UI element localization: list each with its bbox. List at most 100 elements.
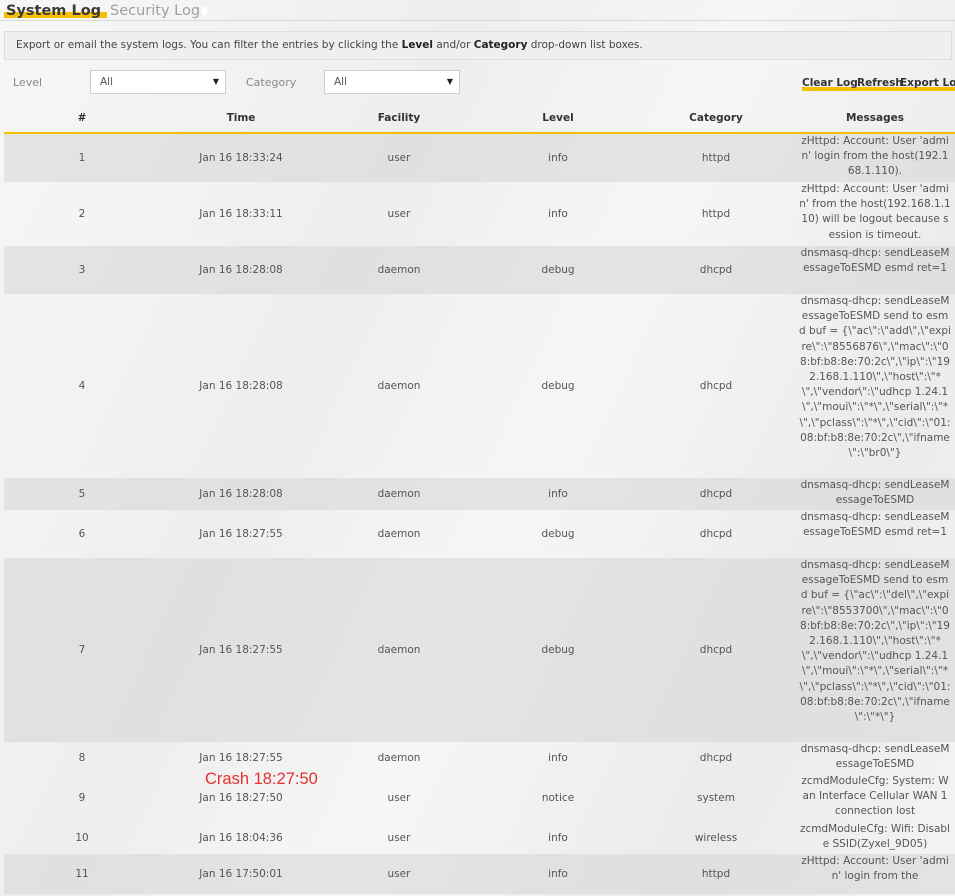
cell-level: info: [548, 868, 568, 880]
table-row: 11 Jan 16 17:50:01 user info httpd zHttpd: Ac…: [4, 854, 955, 894]
cell-message: dnsmasq-dhcp: sendLeaseMessageToESMD sen…: [799, 295, 951, 460]
cell-message: zcmdModuleCfg: System: Wan Interface Cel…: [801, 775, 949, 818]
cell-facility: daemon: [377, 488, 421, 500]
cell-level: debug: [541, 528, 575, 540]
info-text-1: Export or email the system logs. You can…: [16, 39, 402, 51]
table-row: 4 Jan 16 18:28:08 daemon debug dhcpd dnsmasq-…: [4, 294, 955, 478]
tab-system-log-label: System Log: [6, 3, 102, 19]
cell-time: Jan 16 18:27:50: [199, 792, 283, 804]
cell-category: httpd: [701, 208, 731, 220]
cell-category: dhcpd: [699, 644, 733, 656]
level-filter-label: Level: [13, 76, 43, 89]
cell-message: zHttpd: Account: User 'admin' login from…: [801, 855, 949, 883]
chevron-down-icon: ▼: [446, 77, 453, 86]
tab-system-log[interactable]: System Log: [4, 2, 108, 20]
cell-num: 10: [75, 832, 89, 844]
table-header: # Time Facility Level Category Messages: [4, 112, 955, 134]
col-header-category: Category: [689, 112, 743, 124]
table-row: 7 Jan 16 18:27:55 daemon debug dhcpd dnsmasq-…: [4, 558, 955, 742]
cell-category: dhcpd: [699, 488, 733, 500]
cell-facility: daemon: [377, 644, 421, 656]
cell-facility: daemon: [377, 528, 421, 540]
cell-facility: user: [387, 208, 411, 220]
cell-facility: user: [387, 792, 411, 804]
category-select-value: All: [334, 76, 348, 88]
cell-level: debug: [541, 380, 575, 392]
cell-num: 8: [78, 752, 86, 764]
cell-num: 1: [78, 152, 86, 164]
cell-message: dnsmasq-dhcp: sendLeaseMessageToESMD: [800, 479, 950, 507]
category-select[interactable]: All ▼: [324, 70, 460, 94]
cell-num: 4: [78, 380, 86, 392]
level-select-value: All: [100, 76, 114, 88]
cell-facility: user: [387, 868, 411, 880]
table-row: 3 Jan 16 18:28:08 daemon debug dhcpd dnsmasq-…: [4, 246, 955, 294]
cell-time: Jan 16 17:50:01: [199, 868, 283, 880]
cell-time: Jan 16 18:28:08: [199, 380, 283, 392]
table-row: 5 Jan 16 18:28:08 daemon info dhcpd dnsmasq-d…: [4, 478, 955, 510]
cell-facility: daemon: [377, 380, 421, 392]
col-header-time: Time: [226, 112, 256, 124]
cell-message: dnsmasq-dhcp: sendLeaseMessageToESMD: [800, 743, 950, 771]
table-row: 1 Jan 16 18:33:24 user info httpd zHttpd: Acc…: [4, 134, 955, 182]
col-header-facility: Facility: [377, 112, 421, 124]
info-text-3: drop-down list boxes.: [527, 39, 643, 51]
cell-num: 9: [78, 792, 86, 804]
info-text-2: and/or: [433, 39, 474, 51]
tab-security-log-label: Security Log: [110, 3, 201, 19]
cell-facility: user: [387, 152, 411, 164]
cell-time: Jan 16 18:28:08: [199, 488, 283, 500]
cell-level: notice: [541, 792, 575, 804]
col-header-messages: Messages: [845, 112, 905, 124]
refresh-label: Refresh: [857, 77, 903, 89]
table-row: 10 Jan 16 18:04:36 user info wireless zcmdMod…: [4, 822, 955, 854]
col-header-num: #: [77, 112, 87, 124]
cell-category: dhcpd: [699, 752, 733, 764]
cell-message: zHttpd: Account: User 'admin' from the h…: [799, 183, 951, 241]
export-log-label: Export Log: [900, 77, 955, 89]
cell-num: 11: [75, 868, 89, 880]
cell-category: dhcpd: [699, 380, 733, 392]
cell-num: 3: [78, 264, 86, 276]
cell-category: dhcpd: [699, 528, 733, 540]
cell-num: 6: [78, 528, 86, 540]
cell-level: debug: [541, 644, 575, 656]
category-filter-label: Category: [246, 76, 297, 89]
clear-log-label: Clear Log: [802, 77, 858, 89]
cell-message: dnsmasq-dhcp: sendLeaseMessageToESMD esm…: [800, 511, 950, 539]
level-select[interactable]: All ▼: [90, 70, 226, 94]
tab-security-log[interactable]: Security Log: [110, 2, 208, 20]
cell-facility: user: [387, 832, 411, 844]
clear-log-button[interactable]: Clear Log: [802, 77, 861, 91]
cell-num: 2: [78, 208, 86, 220]
cell-message: dnsmasq-dhcp: sendLeaseMessageToESMD sen…: [799, 559, 951, 724]
info-text-level: Level: [401, 39, 434, 51]
cell-time: Jan 16 18:27:55: [199, 752, 283, 764]
table-row: 8 Jan 16 18:27:55 daemon info dhcpd dnsmasq-d…: [4, 742, 955, 774]
cell-message: dnsmasq-dhcp: sendLeaseMessageToESMD esm…: [800, 247, 950, 275]
refresh-button[interactable]: Refresh: [857, 77, 906, 91]
table-row: 9 Jan 16 18:27:50 user notice system zcmdModu…: [4, 774, 955, 822]
cell-level: info: [548, 152, 568, 164]
cell-category: dhcpd: [699, 264, 733, 276]
log-tabs: System Log Security Log: [0, 2, 955, 21]
export-log-button[interactable]: Export Log: [900, 77, 955, 91]
table-row: 2 Jan 16 18:33:11 user info httpd zHttpd: Acc…: [4, 182, 955, 246]
cell-time: Jan 16 18:33:11: [199, 208, 283, 220]
cell-message: zcmdModuleCfg: Wifi: Disable SSID(Zyxel_…: [800, 823, 950, 851]
cell-level: info: [548, 488, 568, 500]
cell-facility: daemon: [377, 752, 421, 764]
cell-num: 7: [78, 644, 86, 656]
cell-category: httpd: [701, 152, 731, 164]
cell-level: info: [548, 752, 568, 764]
cell-time: Jan 16 18:04:36: [199, 832, 283, 844]
cell-facility: daemon: [377, 264, 421, 276]
cell-category: wireless: [694, 832, 738, 844]
col-header-level: Level: [542, 112, 574, 124]
chevron-down-icon: ▼: [212, 77, 219, 86]
cell-message: zHttpd: Account: User 'admin' login from…: [801, 135, 949, 178]
cell-num: 5: [78, 488, 86, 500]
tab-marker: [202, 7, 208, 15]
cell-category: system: [697, 792, 735, 804]
cell-time: Jan 16 18:28:08: [199, 264, 283, 276]
